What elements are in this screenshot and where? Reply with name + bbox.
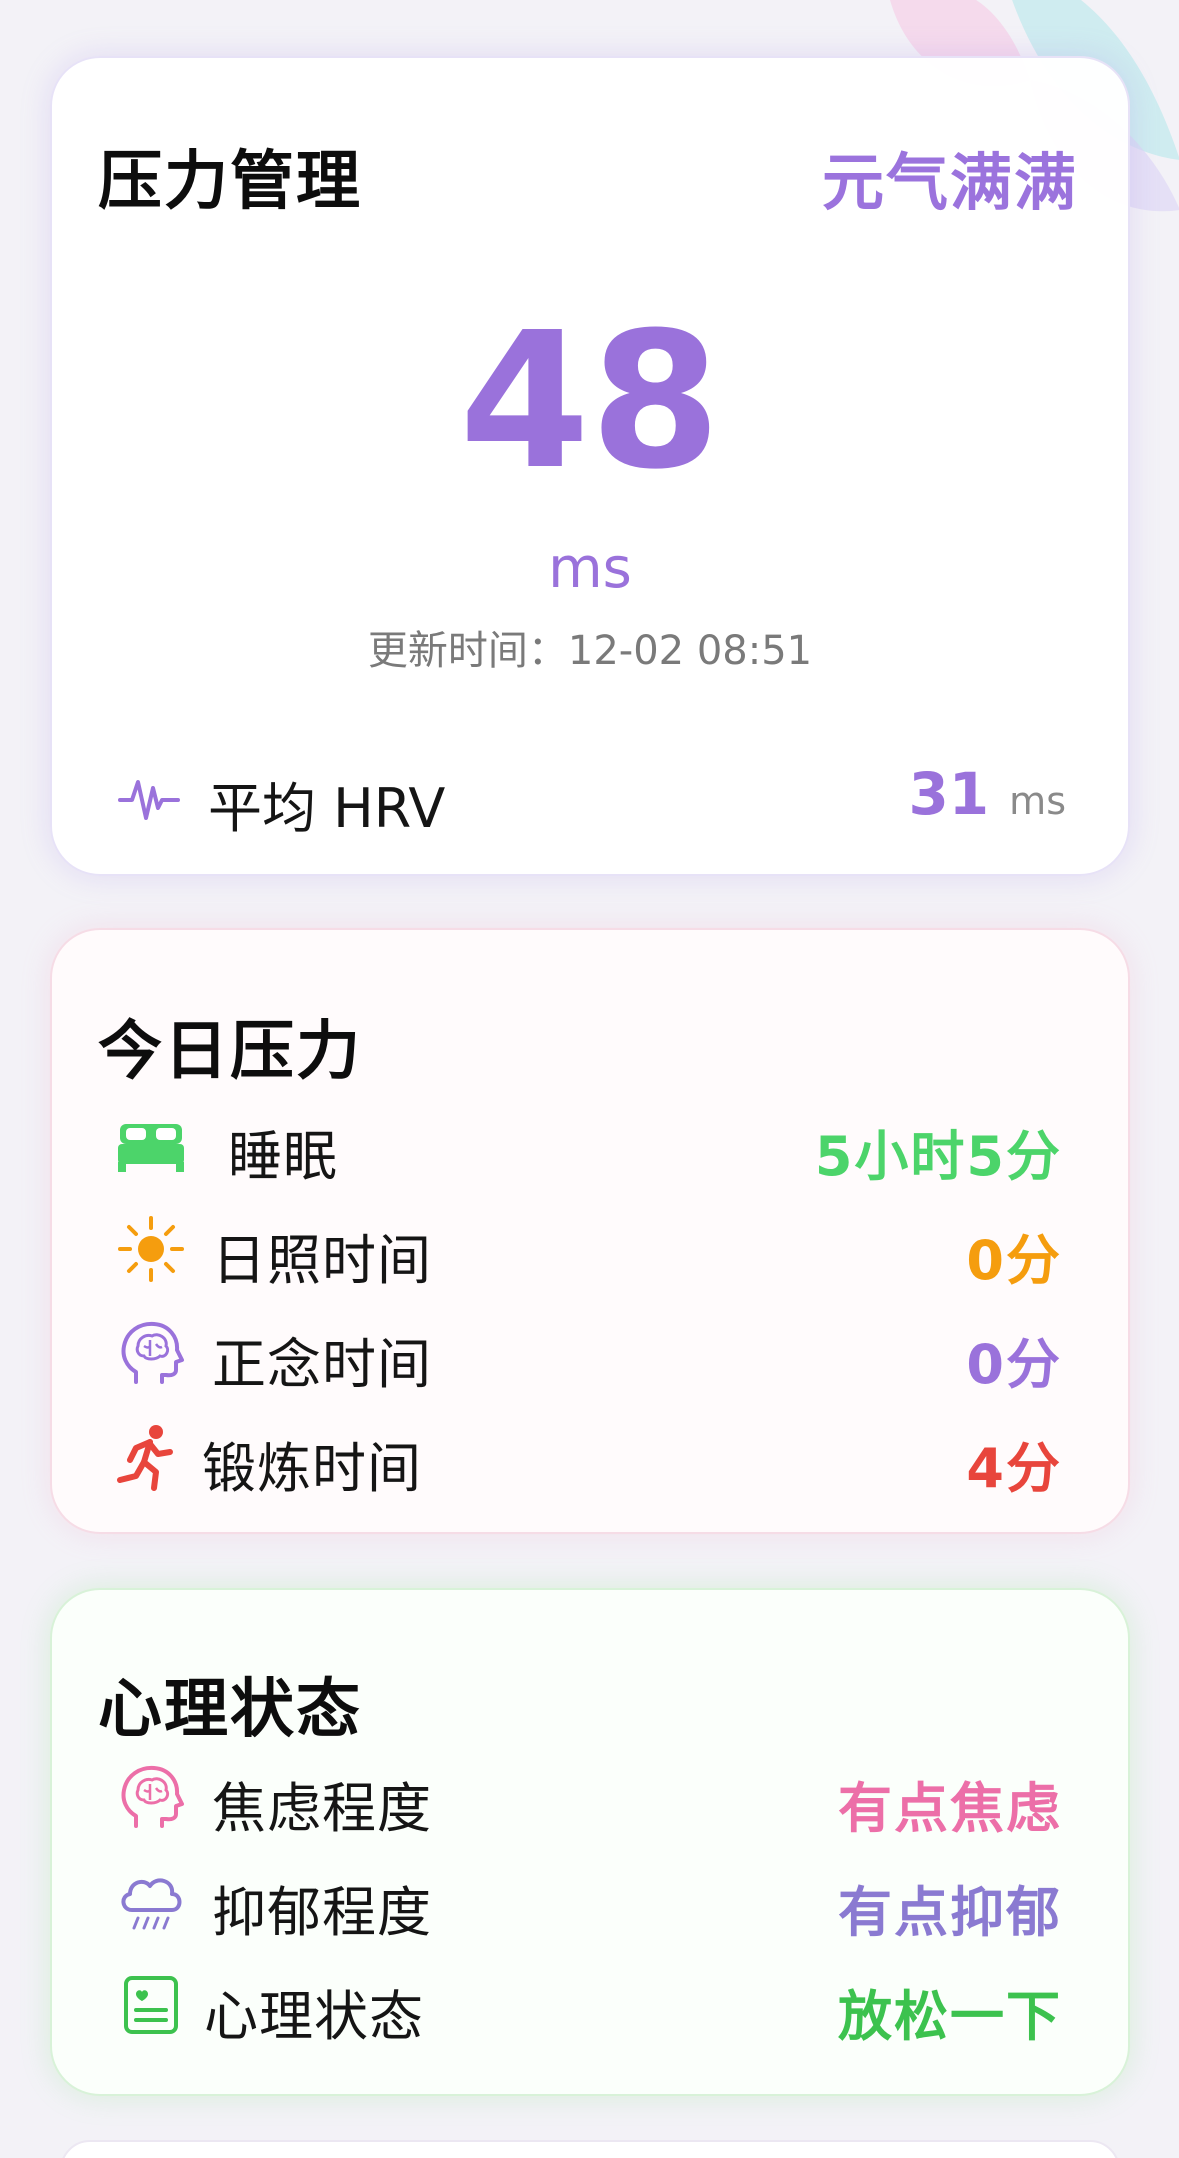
today-card-title: 今日压力: [98, 1015, 362, 1089]
mind-row-label: 焦虑程度: [212, 1777, 432, 1840]
mind-row-value: 有点抑郁: [838, 1881, 1062, 1944]
today-row-label: 正念时间: [212, 1333, 432, 1396]
mind-row-value: 有点焦虑: [838, 1777, 1062, 1840]
today-row-label: 锻炼时间: [202, 1437, 422, 1500]
mind-row-depression[interactable]: 抑郁程度 有点抑郁: [52, 1856, 1128, 1946]
today-row-sunlight[interactable]: 日照时间 0分: [52, 1204, 1128, 1294]
today-row-sleep[interactable]: 睡眠 5小时5分: [52, 1100, 1128, 1190]
average-hrv-unit: ms: [1009, 779, 1066, 823]
update-time-value: 12-02 08:51: [567, 628, 813, 674]
today-row-value: 5小时5分: [814, 1125, 1062, 1188]
running-icon: [117, 1425, 173, 1491]
rain-cloud-icon: [121, 1878, 182, 1930]
mind-row-anxiety[interactable]: 焦虑程度 有点焦虑: [52, 1752, 1128, 1842]
mind-row-label: 心理状态: [204, 1985, 424, 2048]
next-card-edge: [60, 2140, 1120, 2158]
hrv-current-value: 48: [459, 292, 721, 511]
today-row-value: 0分: [966, 1333, 1062, 1396]
today-row-label: 睡眠: [228, 1125, 338, 1188]
average-hrv-label: 平均 HRV: [208, 777, 446, 840]
sun-icon: [118, 1216, 184, 1282]
today-row-value: 0分: [966, 1229, 1062, 1292]
today-row-label: 日照时间: [212, 1229, 432, 1292]
mind-row-label: 抑郁程度: [212, 1881, 432, 1944]
mind-card-title: 心理状态: [98, 1673, 362, 1747]
today-stress-card[interactable]: 今日压力 睡眠 5小时5分 日照时间 0分 正念时间 0分 锻炼时间 4分: [50, 928, 1130, 1534]
stress-card-title: 压力管理: [98, 145, 362, 219]
hrv-current-unit: ms: [548, 536, 632, 601]
stress-management-card[interactable]: 压力管理 元气满满 48 ms 更新时间：12-02 08:51 平均 HRV …: [50, 56, 1130, 876]
today-row-exercise[interactable]: 锻炼时间 4分: [52, 1412, 1128, 1502]
today-row-mindfulness[interactable]: 正念时间 0分: [52, 1308, 1128, 1398]
bed-icon: [118, 1124, 184, 1172]
update-time: 更新时间：12-02 08:51: [52, 618, 1128, 676]
mental-state-card[interactable]: 心理状态 焦虑程度 有点焦虑 抑郁程度 有点抑郁 心理状态 放松一下: [50, 1588, 1130, 2096]
brain-head-icon: [121, 1765, 184, 1828]
stress-status-label: 元气满满: [821, 146, 1078, 219]
heartbeat-icon: [118, 780, 180, 820]
mind-row-value: 放松一下: [838, 1985, 1062, 2048]
report-icon: [124, 1976, 178, 2034]
mind-row-mental-state[interactable]: 心理状态 放松一下: [52, 1960, 1128, 2050]
average-hrv-value: 31: [908, 760, 990, 828]
today-row-value: 4分: [966, 1437, 1062, 1500]
average-hrv: 31 ms: [908, 760, 1066, 828]
brain-head-icon: [121, 1321, 184, 1384]
update-time-label: 更新时间：: [367, 628, 568, 674]
